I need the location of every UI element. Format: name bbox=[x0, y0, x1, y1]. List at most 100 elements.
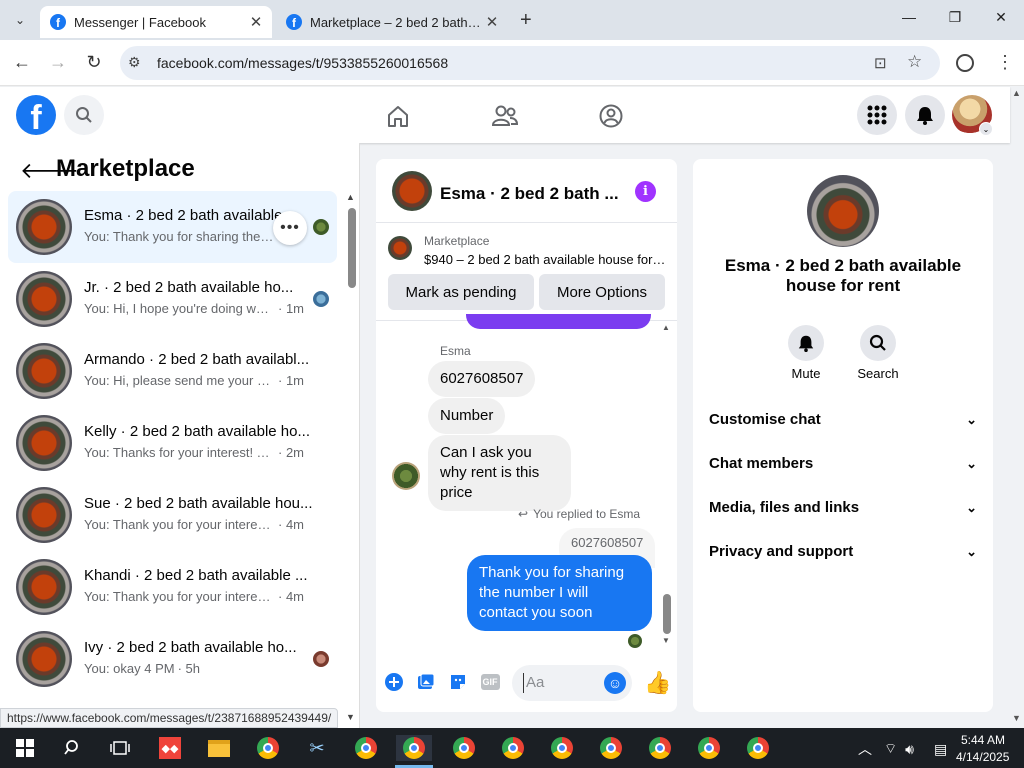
more-options-icon[interactable]: ••• bbox=[273, 211, 307, 245]
tab-marketplace[interactable]: f Marketplace – 2 bed 2 bath ava ✕ bbox=[276, 6, 508, 38]
chat-title[interactable]: Esma · 2 bed 2 bath ... bbox=[440, 184, 620, 204]
chat-scrollbar-thumb[interactable] bbox=[663, 594, 671, 634]
menu-grid-icon[interactable] bbox=[857, 95, 897, 135]
url-text[interactable]: facebook.com/messages/t/9533855260016568 bbox=[157, 55, 448, 71]
conversation-item[interactable]: Kelly · 2 bed 2 bath available ho... You… bbox=[8, 407, 337, 479]
chrome-profile-icon[interactable] bbox=[353, 735, 379, 761]
show-hidden-icons-icon[interactable]: ︿ bbox=[858, 739, 872, 759]
panel-title: Marketplace bbox=[56, 155, 195, 182]
friends-icon[interactable] bbox=[490, 101, 520, 131]
new-tab-icon[interactable]: + bbox=[520, 9, 532, 32]
close-window-icon[interactable]: ✕ bbox=[986, 9, 1016, 26]
section-chat-members[interactable]: Chat members ⌄ bbox=[709, 455, 977, 472]
conversation-item[interactable]: Ivy · 2 bed 2 bath available ho... You: … bbox=[8, 623, 337, 695]
restore-icon[interactable]: ❐ bbox=[940, 9, 970, 26]
listing-thumbnail bbox=[16, 487, 72, 543]
forward-icon[interactable]: → bbox=[47, 52, 69, 73]
outgoing-message[interactable]: Thank you for sharing the number I will … bbox=[467, 555, 652, 631]
close-tab-icon[interactable]: ✕ bbox=[248, 13, 264, 31]
more-options-button[interactable]: More Options bbox=[539, 274, 665, 310]
photo-icon[interactable] bbox=[415, 671, 437, 693]
chrome-profile-icon[interactable] bbox=[451, 735, 477, 761]
chrome-profile-icon[interactable] bbox=[549, 735, 575, 761]
windows-start-icon[interactable] bbox=[12, 735, 38, 761]
incoming-message[interactable]: Can I ask you why rent is this price bbox=[428, 435, 571, 511]
section-customise-chat[interactable]: Customise chat ⌄ bbox=[709, 411, 977, 428]
page-scroll-down-icon[interactable]: ▼ bbox=[1012, 713, 1021, 723]
chrome-profile-active-icon[interactable] bbox=[396, 735, 432, 761]
site-info-icon[interactable]: ⚙ bbox=[128, 54, 141, 71]
mute-button[interactable]: Mute bbox=[776, 325, 836, 381]
listing-title[interactable]: $940 – 2 bed 2 bath available house for … bbox=[424, 252, 666, 267]
add-attachment-icon[interactable] bbox=[383, 671, 405, 693]
profile-icon[interactable] bbox=[956, 54, 974, 72]
back-icon[interactable]: ← bbox=[11, 52, 33, 73]
listing-thumbnail bbox=[16, 559, 72, 615]
details-avatar[interactable] bbox=[807, 175, 879, 247]
chat-avatar[interactable] bbox=[392, 171, 432, 211]
account-chevron-icon[interactable]: ⌄ bbox=[979, 122, 993, 136]
volume-icon[interactable]: 🔊︎ bbox=[905, 741, 914, 758]
minimize-icon[interactable]: — bbox=[894, 9, 924, 25]
clock-date[interactable]: 4/14/2025 bbox=[956, 750, 1009, 764]
section-label: Customise chat bbox=[709, 411, 821, 428]
install-app-icon[interactable]: ⊡ bbox=[874, 54, 887, 72]
listing-thumbnail bbox=[16, 631, 72, 687]
sticker-icon[interactable] bbox=[447, 671, 469, 693]
section-label: Media, files and links bbox=[709, 499, 860, 516]
bookmark-star-icon[interactable]: ☆ bbox=[907, 52, 922, 72]
search-in-conversation-button[interactable]: Search bbox=[848, 325, 908, 381]
listing-thumbnail bbox=[16, 199, 72, 255]
notifications-bell-icon[interactable] bbox=[905, 95, 945, 135]
chevron-down-icon: ⌄ bbox=[966, 455, 977, 471]
reload-icon[interactable]: ↻ bbox=[83, 52, 105, 73]
incoming-message[interactable]: Number bbox=[428, 398, 506, 434]
clock-time[interactable]: 5:44 AM bbox=[960, 733, 1006, 747]
browser-menu-icon[interactable]: ⋮ bbox=[996, 52, 1014, 73]
section-media-files-links[interactable]: Media, files and links ⌄ bbox=[709, 499, 977, 516]
chrome-profile-icon[interactable] bbox=[696, 735, 722, 761]
chrome-profile-icon[interactable] bbox=[745, 735, 771, 761]
facebook-favicon-icon: f bbox=[286, 14, 302, 30]
mark-as-pending-button[interactable]: Mark as pending bbox=[388, 274, 534, 310]
facebook-logo-icon[interactable]: f bbox=[16, 95, 56, 135]
conversation-item[interactable]: Khandi · 2 bed 2 bath available ... You:… bbox=[8, 551, 337, 623]
scroll-down-arrow-icon[interactable]: ▼ bbox=[662, 636, 670, 645]
tab-messenger[interactable]: f Messenger | Facebook ✕ bbox=[40, 6, 272, 38]
close-tab-icon[interactable]: ✕ bbox=[484, 13, 500, 31]
search-icon[interactable] bbox=[64, 95, 104, 135]
emoji-icon[interactable]: ☺ bbox=[604, 672, 626, 694]
anydesk-icon[interactable]: ◆◆ bbox=[157, 735, 183, 761]
home-icon[interactable] bbox=[383, 101, 413, 131]
scroll-up-arrow-icon[interactable]: ▲ bbox=[346, 192, 355, 202]
search-icon bbox=[860, 325, 896, 361]
conversation-info-icon[interactable]: i bbox=[635, 181, 656, 202]
reply-label: You replied to Esma bbox=[533, 507, 641, 521]
chrome-icon[interactable] bbox=[255, 735, 281, 761]
conversation-item[interactable]: Sue · 2 bed 2 bath available hou... You:… bbox=[8, 479, 337, 551]
scroll-up-arrow-icon[interactable]: ▲ bbox=[662, 323, 670, 332]
conversation-item[interactable]: Armando · 2 bed 2 bath availabl... You: … bbox=[8, 335, 337, 407]
gif-icon[interactable]: GIF bbox=[479, 671, 501, 693]
conversation-item[interactable]: Jr. · 2 bed 2 bath available ho... You: … bbox=[8, 263, 337, 335]
details-title: Esma · 2 bed 2 bath available house for … bbox=[724, 256, 962, 295]
task-view-icon[interactable] bbox=[107, 735, 133, 761]
list-scrollbar-thumb[interactable] bbox=[348, 208, 356, 288]
chrome-profile-icon[interactable] bbox=[598, 735, 624, 761]
scroll-down-arrow-icon[interactable]: ▼ bbox=[346, 712, 355, 722]
tab-search-chevron-icon[interactable]: ⌄ bbox=[8, 8, 32, 32]
chrome-profile-icon[interactable] bbox=[647, 735, 673, 761]
section-privacy-support[interactable]: Privacy and support ⌄ bbox=[709, 543, 977, 560]
message-placeholder: Aa bbox=[526, 674, 545, 691]
incoming-message[interactable]: 6027608507 bbox=[428, 361, 536, 397]
conversation-preview: You: Hi, I hope you're doing well... · 1m bbox=[84, 301, 304, 316]
network-icon[interactable]: ⌔ bbox=[884, 740, 897, 758]
groups-icon[interactable] bbox=[596, 101, 626, 131]
file-explorer-icon[interactable] bbox=[206, 735, 232, 761]
notification-center-icon[interactable]: ▤ bbox=[934, 741, 947, 758]
thumbs-up-icon[interactable]: 👍 bbox=[644, 670, 671, 696]
snipping-tool-icon[interactable]: ✂ bbox=[304, 735, 330, 761]
page-scroll-up-icon[interactable]: ▲ bbox=[1012, 88, 1021, 98]
chrome-profile-icon[interactable] bbox=[500, 735, 526, 761]
taskbar-search-icon[interactable] bbox=[60, 735, 86, 761]
